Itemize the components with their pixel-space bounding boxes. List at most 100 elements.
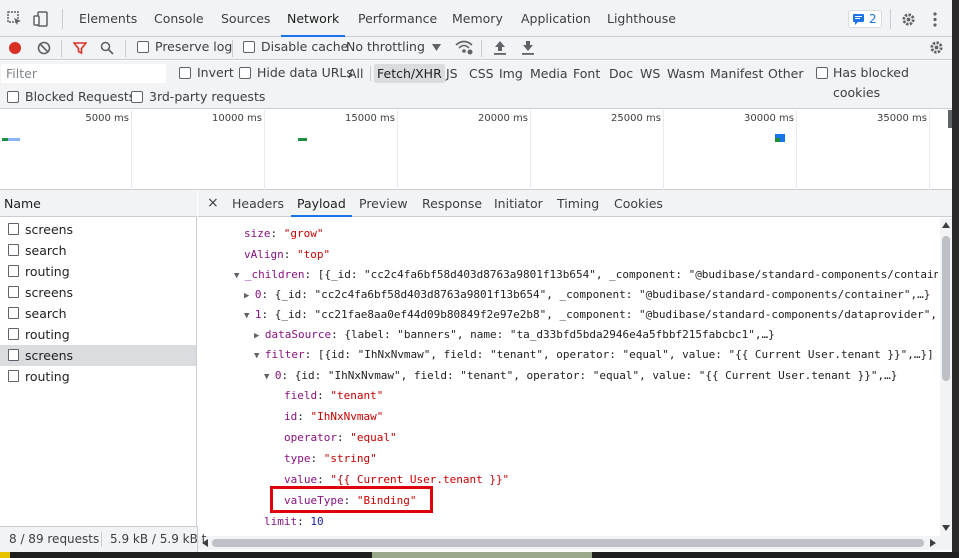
scrollbar-thumb[interactable] [212,539,924,547]
request-row[interactable]: routing [0,261,196,282]
tab-sources[interactable]: Sources [221,0,270,37]
filter-type-img[interactable]: Img [499,64,523,83]
tab-network[interactable]: Network [281,0,346,37]
tab-lighthouse[interactable]: Lighthouse [607,0,676,37]
overview-handle[interactable] [948,110,952,128]
collapsed-triangle-icon[interactable]: ▶ [254,331,265,341]
request-name: search [25,243,67,258]
disable-cache-checkbox[interactable] [243,41,255,53]
payload-line-expandable[interactable]: ▶ dataSource: {label: "banners", name: "… [254,325,775,345]
filter-input[interactable]: Filter [1,64,166,83]
underlying-page-strip [0,552,959,558]
import-har-icon[interactable] [493,40,507,55]
record-icon[interactable] [8,41,22,55]
tab-timing[interactable]: Timing [557,190,599,217]
tab-console[interactable]: Console [154,0,204,37]
vertical-scrollbar[interactable] [940,218,952,536]
filter-type-js[interactable]: JS [446,64,458,83]
scrollbar-thumb[interactable] [942,236,950,381]
tick-label: 15000 ms [345,113,395,124]
close-icon[interactable]: × [207,190,219,217]
collapsed-triangle-icon[interactable]: ▶ [244,291,255,301]
invert-checkbox[interactable] [179,67,191,79]
tab-application[interactable]: Application [521,0,591,37]
inspect-element-icon[interactable] [7,11,23,27]
tab-payload[interactable]: Payload [291,190,352,217]
filter-type-fetch-xhr[interactable]: Fetch/XHR [374,64,445,83]
search-icon[interactable] [100,41,114,55]
third-party-checkbox[interactable] [131,91,143,103]
payload-line-expandable[interactable]: ▼ filter: [{id: "IhNxNvmaw", field: "ten… [254,345,934,365]
settings-gear-icon[interactable] [901,12,916,27]
throttling-select[interactable]: No throttling [346,37,425,57]
filter-type-ws[interactable]: WS [640,64,660,83]
export-har-icon[interactable] [521,40,535,55]
tab-performance[interactable]: Performance [358,0,437,37]
tab-initiator[interactable]: Initiator [494,190,543,217]
network-overview[interactable]: 5000 ms 10000 ms 15000 ms 20000 ms 25000… [0,110,952,190]
request-name: screens [25,348,74,363]
name-column-header[interactable]: Name [0,190,197,217]
scroll-down-icon[interactable] [942,525,950,531]
scroll-right-icon[interactable] [930,539,936,547]
tab-headers[interactable]: Headers [232,190,284,217]
filter-type-doc[interactable]: Doc [609,64,633,83]
request-row[interactable]: routing [0,324,196,345]
request-row-selected[interactable]: screens [0,345,196,366]
payload-value: {_id: "cc21fae8aa0ef44d09b80849f2e97e2b8… [274,308,937,321]
device-toolbar-icon[interactable] [33,11,49,27]
filter-type-media[interactable]: Media [530,64,568,83]
tab-elements[interactable]: Elements [79,0,137,37]
hide-data-urls-checkbox[interactable] [239,67,251,79]
payload-value: "equal" [350,431,397,444]
preserve-log-checkbox[interactable] [137,41,149,53]
third-party-label: 3rd-party requests [149,89,266,104]
divider [890,9,891,29]
expand-triangle-icon[interactable]: ▼ [264,372,275,382]
payload-line-expandable[interactable]: ▼ 0: {id: "IhNxNvmaw", field: "tenant", … [264,366,897,386]
filter-type-wasm[interactable]: Wasm [667,64,705,83]
filter-type-css[interactable]: CSS [469,64,494,83]
disable-cache-label: Disable cache [261,39,349,54]
filter-type-font[interactable]: Font [573,64,600,83]
network-settings-gear-icon[interactable] [929,40,944,55]
tick-label: 25000 ms [611,113,661,124]
payload-value: "top" [297,248,331,261]
tab-cookies[interactable]: Cookies [614,190,663,217]
payload-value: "tenant" [330,389,384,402]
request-row[interactable]: routing [0,366,196,387]
expand-triangle-icon[interactable]: ▼ [244,311,255,321]
tab-preview[interactable]: Preview [359,190,408,217]
tab-response[interactable]: Response [422,190,482,217]
network-conditions-icon[interactable] [455,39,473,55]
has-blocked-cookies-label: Has blocked cookies [833,65,909,100]
payload-line-expandable[interactable]: ▼ 1: {_id: "cc21fae8aa0ef44d09b80849f2e9… [244,305,937,325]
request-checkbox [8,286,19,298]
divider [101,532,102,547]
filter-type-other[interactable]: Other [768,64,804,83]
gridline [796,110,797,190]
expand-triangle-icon[interactable]: ▼ [234,271,245,281]
tab-memory[interactable]: Memory [452,0,503,37]
payload-line-expandable[interactable]: ▶ 0: {_id: "cc2c4fa6bf58d403d8763a9801f1… [244,285,930,305]
request-row[interactable]: search [0,240,196,261]
clear-icon[interactable] [37,41,51,55]
filter-type-manifest[interactable]: Manifest [710,64,763,83]
blocked-requests-checkbox[interactable] [7,91,19,103]
payload-value: {label: "banners", name: "ta_d33bfd5bda2… [344,328,775,341]
request-row[interactable]: search [0,303,196,324]
payload-line-expandable[interactable]: ▼ _children: [{_id: "cc2c4fa6bf58d403d87… [234,265,938,285]
divider [370,66,371,81]
more-options-icon[interactable] [932,12,938,27]
scroll-up-icon[interactable] [942,222,950,228]
has-blocked-cookies-checkbox[interactable] [816,67,828,79]
request-name: routing [25,327,70,342]
filter-icon[interactable] [73,41,87,55]
filter-type-all[interactable]: All [348,64,364,83]
horizontal-scrollbar[interactable] [198,536,952,550]
expand-triangle-icon[interactable]: ▼ [254,351,265,361]
request-row[interactable]: screens [0,282,196,303]
issues-button[interactable]: 2 [848,10,882,28]
request-row[interactable]: screens [0,219,196,240]
payload-tree[interactable]: — size: "grow" vAlign: "top" ▼ _children… [198,218,938,536]
